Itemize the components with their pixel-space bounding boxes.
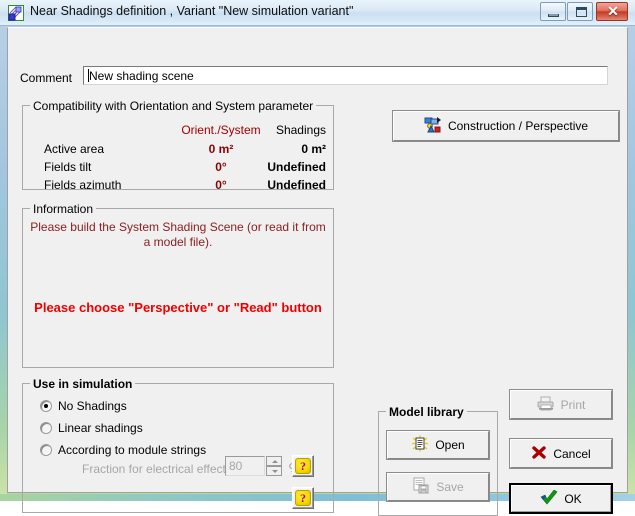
open-document-icon xyxy=(411,435,429,455)
print-button: Print xyxy=(509,389,613,420)
maximize-icon xyxy=(576,7,587,17)
radio-module-strings-indicator xyxy=(40,444,52,456)
open-button[interactable]: Open xyxy=(386,430,490,460)
ok-button-label: OK xyxy=(564,491,582,506)
minimize-button[interactable] xyxy=(540,2,566,21)
close-x-icon xyxy=(531,445,547,463)
window-border-left xyxy=(0,26,7,501)
minimize-icon xyxy=(548,14,559,17)
checkmark-icon xyxy=(540,489,558,508)
fraction-input-value: 80 xyxy=(229,459,243,473)
cancel-button-label: Cancel xyxy=(553,446,591,461)
radio-no-shadings-indicator xyxy=(40,400,52,412)
cancel-button[interactable]: Cancel xyxy=(509,438,613,469)
use-in-simulation-title: Use in simulation xyxy=(30,377,136,391)
help-button-fraction[interactable]: ? xyxy=(292,455,314,477)
window-title: Near Shadings definition , Variant "New … xyxy=(30,4,354,18)
compat-row-label-0: Active area xyxy=(44,142,105,156)
printer-icon xyxy=(537,396,555,414)
radio-module-strings-label: According to module strings xyxy=(58,443,207,457)
chevron-down-icon xyxy=(272,470,278,473)
information-line-2: Please choose "Perspective" or "Read" bu… xyxy=(34,300,322,315)
comment-input-value: New shading scene xyxy=(89,69,194,83)
fraction-stepper-down[interactable] xyxy=(266,466,282,476)
fraction-stepper[interactable] xyxy=(266,456,282,476)
compat-row-shadings-1: Undefined xyxy=(267,160,326,174)
print-button-label: Print xyxy=(560,397,586,412)
construction-perspective-icon xyxy=(424,116,442,136)
compat-row-label-1: Fields tilt xyxy=(44,160,92,174)
chevron-up-icon xyxy=(272,460,278,463)
maximize-button[interactable] xyxy=(567,2,593,21)
compatibility-title: Compatibility with Orientation and Syste… xyxy=(30,99,317,113)
close-button[interactable]: ✕ xyxy=(596,2,628,21)
radio-linear-shadings-label: Linear shadings xyxy=(58,421,143,435)
construction-perspective-button[interactable]: Construction / Perspective xyxy=(392,110,620,142)
title-bar: Near Shadings definition , Variant "New … xyxy=(0,0,635,26)
dialog-window: Near Shadings definition , Variant "New … xyxy=(0,0,635,516)
fraction-stepper-up[interactable] xyxy=(266,456,282,466)
compat-row-label-2: Fields azimuth xyxy=(44,178,122,192)
fraction-label: Fraction for electrical effect xyxy=(82,462,226,476)
save-document-icon xyxy=(412,477,430,497)
open-button-label: Open xyxy=(435,438,465,452)
information-title: Information xyxy=(30,202,97,216)
shading-scene-icon xyxy=(8,5,24,21)
information-line-1: Please build the System Shading Scene (o… xyxy=(30,220,326,249)
close-icon: ✕ xyxy=(607,3,619,19)
save-button-label: Save xyxy=(436,480,464,494)
fraction-input[interactable]: 80 xyxy=(225,456,265,476)
compat-row-shadings-2: Undefined xyxy=(267,178,326,192)
ok-button[interactable]: OK xyxy=(509,483,613,514)
model-library-title: Model library xyxy=(386,405,467,419)
help-button-use-in-simulation[interactable]: ? xyxy=(292,487,314,509)
radio-no-shadings-label: No Shadings xyxy=(58,399,127,413)
save-button: Save xyxy=(386,472,490,502)
question-mark-icon: ? xyxy=(295,490,311,506)
construction-perspective-label: Construction / Perspective xyxy=(447,119,589,133)
compat-col-shadings-header: Shadings xyxy=(275,123,326,137)
dialog-client-area: Comment New shading scene Compatibility … xyxy=(7,27,628,516)
compat-row-shadings-0: 0 m² xyxy=(301,142,326,156)
comment-label: Comment xyxy=(20,71,73,85)
question-mark-icon: ? xyxy=(295,458,311,474)
radio-linear-shadings-indicator xyxy=(40,422,52,434)
window-border-right xyxy=(628,26,635,501)
comment-input[interactable]: New shading scene xyxy=(83,66,608,85)
